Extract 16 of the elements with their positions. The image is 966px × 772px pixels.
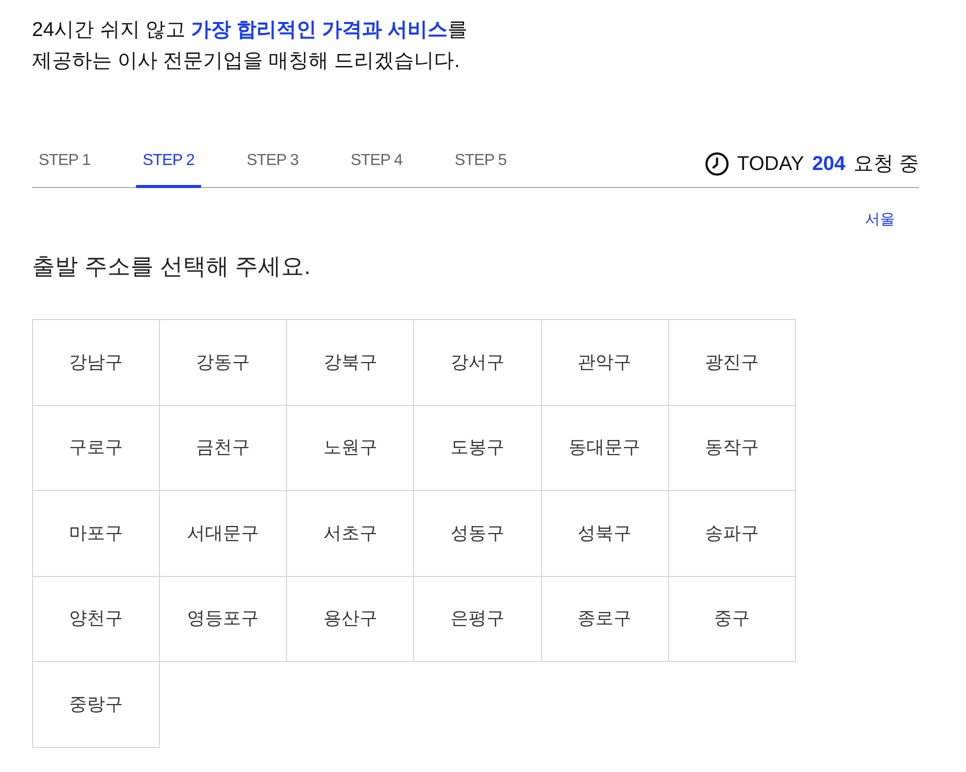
district-option[interactable]: 강남구 — [32, 319, 160, 406]
headline-text: 24시간 쉬지 않고 가장 합리적인 가격과 서비스를 제공하는 이사 전문기업을 매칭해 드리겠습니다. — [32, 18, 468, 74]
today-suffix: 요청 중 — [853, 152, 919, 177]
step-tab[interactable]: STEP 5 — [448, 145, 513, 188]
step-tab[interactable]: STEP 3 — [240, 145, 305, 188]
clock-icon — [705, 152, 729, 176]
region-link[interactable]: 서울 — [865, 210, 895, 230]
step-tab[interactable]: STEP 1 — [32, 145, 97, 188]
district-option[interactable]: 중구 — [668, 576, 796, 662]
prompt-heading: 출발 주소를 선택해 주세요. — [32, 252, 311, 281]
today-count: 204 — [812, 152, 846, 177]
step-tab[interactable]: STEP 4 — [344, 145, 409, 188]
today-label: TODAY — [737, 152, 804, 177]
district-option[interactable]: 광진구 — [668, 319, 796, 406]
district-option[interactable]: 중랑구 — [32, 661, 160, 748]
step-tab[interactable]: STEP 2 — [136, 145, 201, 188]
